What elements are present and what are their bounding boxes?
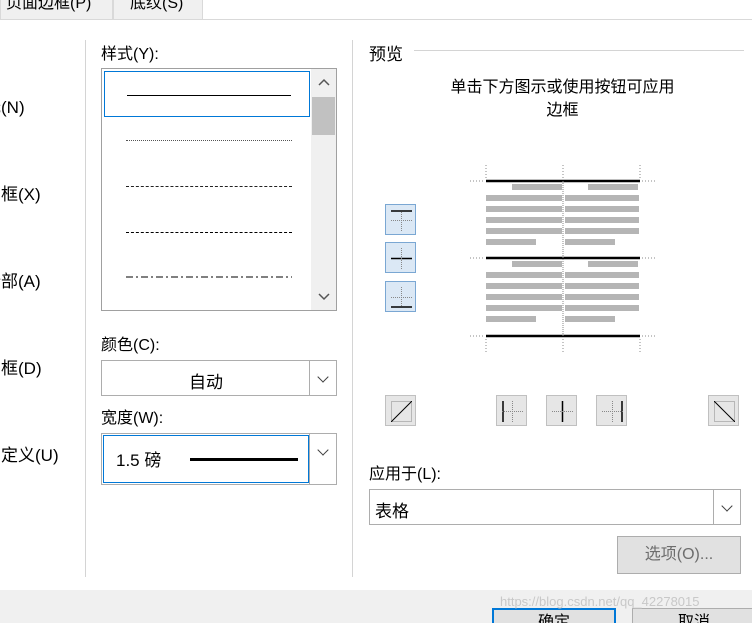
width-value: 1.5 磅 [116, 451, 162, 470]
border-bottom-icon [391, 287, 412, 308]
border-bottom-button[interactable] [385, 281, 416, 312]
border-top-button[interactable] [385, 204, 416, 235]
color-select[interactable]: 自动 [101, 360, 337, 396]
scroll-down-icon[interactable] [311, 286, 336, 308]
tab-strip: 页面边框(P) 底纹(S) [0, 0, 752, 20]
width-label: 宽度(W): [101, 410, 164, 427]
cancel-button[interactable]: 取消 [632, 608, 752, 623]
style-item-dash[interactable] [104, 209, 310, 255]
chevron-down-icon[interactable] [309, 361, 336, 395]
watermark: https://blog.csdn.net/qq_42278015 [500, 594, 700, 609]
tab-shading[interactable]: 底纹(S) [113, 0, 203, 20]
style-list-scrollbar[interactable] [311, 69, 336, 310]
apply-to-select[interactable]: 表格 [369, 489, 741, 525]
border-preview-sample[interactable] [470, 165, 656, 355]
setting-all[interactable]: 全部(A) [0, 267, 41, 292]
tab-page-border[interactable]: 页面边框(P) [0, 0, 113, 20]
chevron-down-icon[interactable] [713, 490, 740, 524]
style-item-dotted[interactable] [104, 117, 310, 163]
border-inside-horizontal-button[interactable] [385, 242, 416, 273]
setting-custom[interactable]: 自定义(U) [0, 441, 59, 466]
setting-grid[interactable]: 虚框(D) [0, 354, 42, 379]
scroll-up-icon[interactable] [311, 71, 336, 93]
apply-to-label: 应用于(L): [369, 466, 442, 483]
options-button[interactable]: 选项(O)... [617, 536, 741, 574]
border-left-button[interactable] [496, 395, 527, 426]
style-item-fine-dash[interactable] [104, 163, 310, 209]
border-left-icon [502, 401, 523, 422]
width-sample-line [190, 458, 298, 461]
color-value: 自动 [189, 373, 223, 392]
diagonal-up-icon [391, 401, 412, 422]
chevron-down-icon[interactable] [309, 434, 336, 484]
diagonal-up-button[interactable] [708, 395, 739, 426]
ok-button[interactable]: 确定 [492, 608, 616, 623]
separator-left [85, 40, 86, 577]
preview-title: 预览 [369, 45, 403, 64]
border-inside-vertical-button[interactable] [546, 395, 577, 426]
color-label: 颜色(C): [101, 337, 160, 354]
diagonal-down-icon [714, 401, 735, 422]
border-inside-horizontal-icon [391, 248, 412, 269]
preview-divider [414, 50, 744, 51]
separator-right [352, 40, 353, 577]
setting-none[interactable]: 无(N) [0, 93, 25, 118]
style-item-dash-dot[interactable] [104, 255, 310, 301]
border-inside-vertical-icon [552, 401, 573, 422]
style-label: 样式(Y): [101, 46, 159, 63]
border-right-button[interactable] [596, 395, 627, 426]
apply-to-value: 表格 [375, 502, 409, 521]
style-list[interactable] [101, 68, 337, 311]
border-right-icon [602, 401, 623, 422]
style-item-solid[interactable] [104, 71, 310, 117]
preview-hint: 单击下方图示或使用按钮可应用 边框 [450, 79, 675, 119]
border-top-icon [391, 210, 412, 231]
width-select[interactable]: 1.5 磅 [101, 433, 337, 485]
scroll-thumb[interactable] [312, 97, 335, 135]
setting-box[interactable]: 方框(X) [0, 180, 41, 205]
diagonal-down-button[interactable] [385, 395, 416, 426]
